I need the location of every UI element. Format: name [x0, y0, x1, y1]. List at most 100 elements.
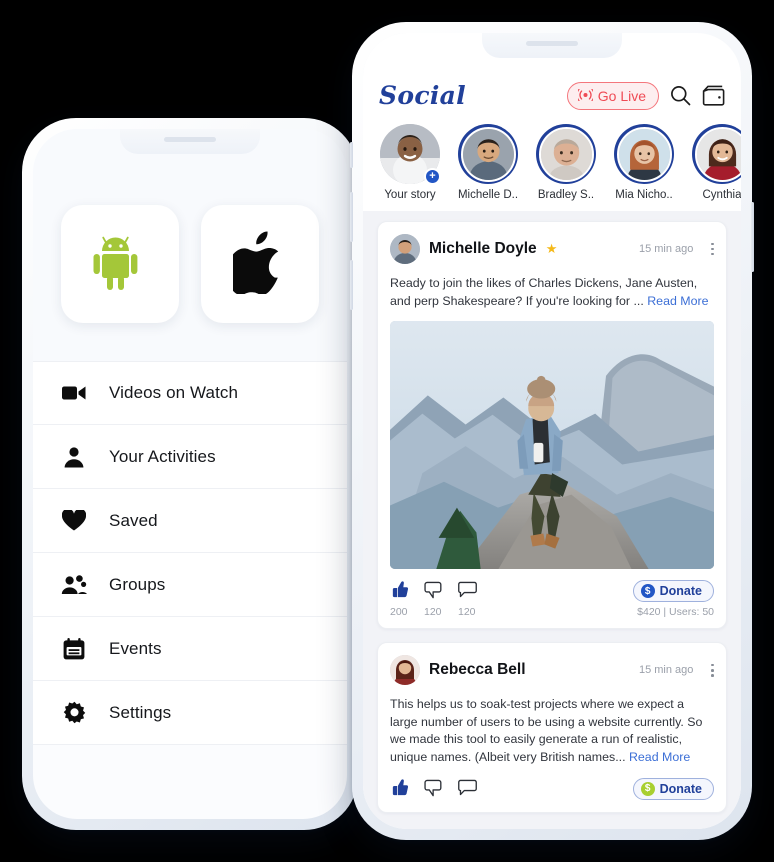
- phone-power-button: [751, 202, 754, 272]
- story-label: Mia Nicho..: [615, 189, 673, 201]
- read-more-link[interactable]: Read More: [647, 294, 708, 308]
- donate-section: $ Donate: [632, 777, 714, 800]
- menu-item-label: Groups: [109, 574, 166, 594]
- like-button[interactable]: [390, 778, 424, 802]
- add-story-badge[interactable]: +: [424, 168, 441, 185]
- android-card[interactable]: [61, 205, 179, 323]
- go-live-button[interactable]: Go Live: [566, 81, 659, 110]
- story-your-story[interactable]: + Your story: [377, 124, 443, 201]
- calendar-icon: [61, 637, 87, 660]
- dislike-button[interactable]: 120: [424, 580, 458, 618]
- right-phone-screen: Social Go Live + Your story Michelle D..…: [363, 33, 741, 829]
- menu-item-settings[interactable]: Settings: [33, 681, 347, 745]
- app-logo: Social: [379, 81, 466, 110]
- avatar: [694, 126, 741, 182]
- post-card: Rebecca Bell 15 min ago This helps us to…: [377, 642, 727, 813]
- post-timestamp: 15 min ago: [638, 664, 694, 677]
- story-michelle-d[interactable]: Michelle D..: [455, 124, 521, 201]
- story-avatar-ring: [692, 124, 741, 184]
- donate-label: Donate: [659, 584, 702, 599]
- story-avatar-ring: [536, 124, 596, 184]
- story-avatar-ring: +: [380, 124, 441, 185]
- phone-volume-down-button: [350, 260, 353, 310]
- android-logo: [91, 231, 149, 298]
- navigation-menu: Videos on Watch Your Activities Saved Gr…: [33, 361, 347, 745]
- post-timestamp: 15 min ago: [638, 243, 694, 255]
- comment-button[interactable]: 120: [458, 580, 492, 618]
- platform-cards: [33, 129, 347, 361]
- donate-label: Donate: [659, 781, 702, 796]
- post-author[interactable]: Michelle Doyle: [429, 240, 537, 258]
- post-actions: 200 120 120 $ Donate $420 | Users: 50: [390, 580, 714, 618]
- wallet-icon[interactable]: [702, 85, 725, 106]
- dislike-count: 120: [424, 606, 442, 619]
- donate-section: $ Donate $420 | Users: 50: [632, 580, 714, 618]
- avatar: [460, 126, 516, 182]
- menu-item-events[interactable]: Events: [33, 617, 347, 681]
- like-count: 200: [390, 606, 408, 619]
- apple-logo: [225, 230, 287, 299]
- comment-count: 120: [458, 606, 476, 619]
- menu-item-label: Saved: [109, 510, 158, 530]
- broadcast-icon: [576, 88, 595, 104]
- post-author[interactable]: Rebecca Bell: [429, 661, 526, 679]
- like-button[interactable]: 200: [390, 580, 424, 618]
- video-camera-icon: [61, 384, 87, 402]
- story-avatar-ring: [614, 124, 674, 184]
- read-more-link[interactable]: Read More: [629, 750, 690, 764]
- menu-item-your-activities[interactable]: Your Activities: [33, 425, 347, 489]
- story-label: Michelle D..: [457, 189, 519, 201]
- donate-button[interactable]: $ Donate: [632, 777, 714, 800]
- phone-notch: [120, 129, 260, 154]
- search-icon[interactable]: [670, 85, 691, 106]
- story-avatar-ring: [458, 124, 518, 184]
- avatar[interactable]: [390, 655, 420, 686]
- stories-rail[interactable]: + Your story Michelle D.. Bradley S.. Mi…: [363, 118, 741, 211]
- dislike-button[interactable]: [424, 778, 458, 802]
- post-text: Ready to join the likes of Charles Dicke…: [390, 275, 714, 310]
- dollar-icon: $: [640, 781, 655, 796]
- gear-icon: [61, 701, 87, 724]
- avatar: [616, 126, 672, 182]
- phone-mute-switch: [350, 142, 353, 168]
- post-feed[interactable]: Michelle Doyle ★ 15 min ago Ready to joi…: [363, 211, 741, 829]
- post-text: This helps us to soak-test projects wher…: [390, 696, 714, 766]
- story-mia-nicho[interactable]: Mia Nicho..: [611, 124, 677, 201]
- post-actions: $ Donate: [390, 777, 714, 802]
- right-phone-mockup: Social Go Live + Your story Michelle D..…: [350, 22, 754, 840]
- social-app: Social Go Live + Your story Michelle D..…: [363, 33, 741, 829]
- post-header: Rebecca Bell 15 min ago: [390, 655, 714, 686]
- menu-item-label: Your Activities: [109, 446, 216, 466]
- post-card: Michelle Doyle ★ 15 min ago Ready to joi…: [377, 221, 727, 630]
- apple-card[interactable]: [201, 205, 319, 323]
- story-label: Cynthia: [702, 189, 742, 201]
- left-phone-mockup: Videos on Watch Your Activities Saved Gr…: [22, 118, 360, 830]
- menu-item-label: Events: [109, 638, 162, 658]
- menu-item-videos-on-watch[interactable]: Videos on Watch: [33, 361, 347, 425]
- story-cynthia[interactable]: Cynthia: [689, 124, 741, 201]
- story-label: Bradley S..: [537, 189, 595, 201]
- scene: Videos on Watch Your Activities Saved Gr…: [0, 0, 774, 862]
- post-photo[interactable]: [390, 321, 714, 570]
- phone-notch: [482, 33, 622, 58]
- phone-volume-up-button: [350, 192, 353, 242]
- menu-item-saved[interactable]: Saved: [33, 489, 347, 553]
- verified-star-icon: ★: [545, 241, 558, 256]
- people-group-icon: [61, 574, 87, 595]
- post-more-options-icon[interactable]: [711, 242, 714, 256]
- story-bradley-s[interactable]: Bradley S..: [533, 124, 599, 201]
- header-actions: Go Live: [566, 81, 725, 110]
- left-phone-screen: Videos on Watch Your Activities Saved Gr…: [33, 129, 347, 819]
- post-more-options-icon[interactable]: [711, 663, 714, 677]
- avatar: [538, 126, 594, 182]
- menu-item-label: Settings: [109, 702, 172, 722]
- menu-item-label: Videos on Watch: [109, 383, 239, 402]
- menu-item-groups[interactable]: Groups: [33, 553, 347, 617]
- post-header: Michelle Doyle ★ 15 min ago: [390, 234, 714, 264]
- comment-button[interactable]: [458, 778, 492, 802]
- go-live-label: Go Live: [597, 87, 646, 104]
- donate-button[interactable]: $ Donate: [632, 580, 714, 603]
- person-icon: [61, 446, 87, 468]
- avatar[interactable]: [390, 234, 420, 264]
- heart-icon: [61, 510, 87, 531]
